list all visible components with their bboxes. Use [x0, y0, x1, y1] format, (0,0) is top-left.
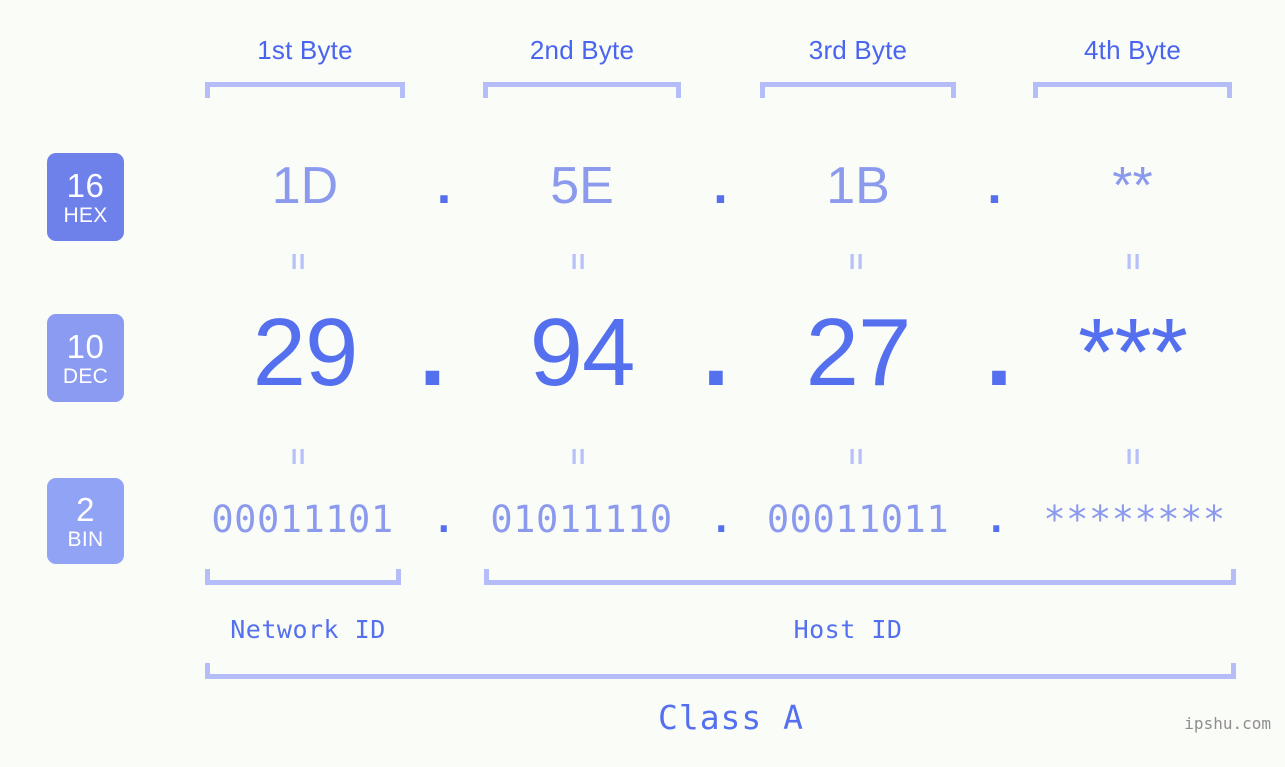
hex-byte-3: 1B — [826, 157, 890, 215]
network-id-label: Network ID — [230, 615, 386, 644]
dec-separator-1: . — [419, 299, 446, 406]
bin-separator-3: . — [985, 498, 1008, 541]
hex-separator-2: . — [713, 157, 728, 215]
equals-marker-7: = — [839, 447, 873, 465]
network-id-bracket — [205, 569, 401, 585]
bin-separator-1: . — [432, 498, 456, 541]
hex-byte-1: 1D — [271, 157, 339, 215]
hex-byte-4: ** — [1112, 157, 1153, 215]
byte-header-1: 1st Byte — [257, 35, 353, 65]
base-badge-dec-abbr: DEC — [62, 364, 109, 388]
host-id-label: Host ID — [793, 615, 903, 644]
bin-byte-3: 00011011 — [766, 498, 950, 541]
base-badge-dec-number: 10 — [66, 327, 105, 365]
ip-address-breakdown-diagram: 1st Byte 2nd Byte 3rd Byte 4th Byte 16 H… — [0, 0, 1285, 767]
byte-bracket-3 — [760, 82, 956, 98]
bin-byte-1: 00011101 — [211, 498, 394, 541]
byte-header-4: 4th Byte — [1084, 35, 1181, 65]
class-label: Class A — [657, 698, 805, 737]
dec-byte-1: 29 — [252, 299, 359, 406]
dec-separator-3: . — [985, 299, 1013, 406]
hex-separator-1: . — [436, 157, 452, 215]
hex-separator-3: . — [987, 157, 1002, 215]
base-badge-hex-number: 16 — [66, 166, 105, 204]
bin-separator-2: . — [710, 498, 733, 541]
site-watermark: ipshu.com — [1184, 714, 1271, 733]
base-badge-bin-number: 2 — [76, 490, 95, 528]
equals-marker-8: = — [1116, 447, 1150, 465]
dec-byte-2: 94 — [529, 299, 636, 406]
base-badge-bin-abbr: BIN — [67, 527, 104, 551]
base-badge-dec: 10 DEC — [47, 314, 124, 402]
host-id-bracket — [484, 569, 1236, 585]
hex-byte-2: 5E — [550, 157, 614, 215]
dec-separator-2: . — [702, 299, 730, 406]
bin-byte-2: 01011110 — [490, 498, 673, 541]
equals-marker-2: = — [561, 252, 595, 270]
bin-byte-4: ******** — [1043, 498, 1226, 541]
byte-header-3: 3rd Byte — [808, 35, 908, 65]
equals-marker-3: = — [839, 252, 873, 270]
dec-byte-4: *** — [1077, 299, 1188, 406]
equals-marker-5: = — [281, 447, 315, 465]
base-badge-hex-abbr: HEX — [63, 203, 108, 227]
dec-byte-3: 27 — [805, 299, 912, 406]
class-bracket — [205, 663, 1236, 679]
base-badge-hex: 16 HEX — [47, 153, 124, 241]
byte-bracket-4 — [1033, 82, 1232, 98]
equals-marker-1: = — [281, 252, 315, 270]
byte-bracket-1 — [205, 82, 405, 98]
base-badge-bin: 2 BIN — [47, 478, 124, 564]
equals-marker-6: = — [561, 447, 595, 465]
byte-bracket-2 — [483, 82, 681, 98]
byte-header-2: 2nd Byte — [529, 35, 635, 65]
equals-marker-4: = — [1116, 252, 1150, 270]
